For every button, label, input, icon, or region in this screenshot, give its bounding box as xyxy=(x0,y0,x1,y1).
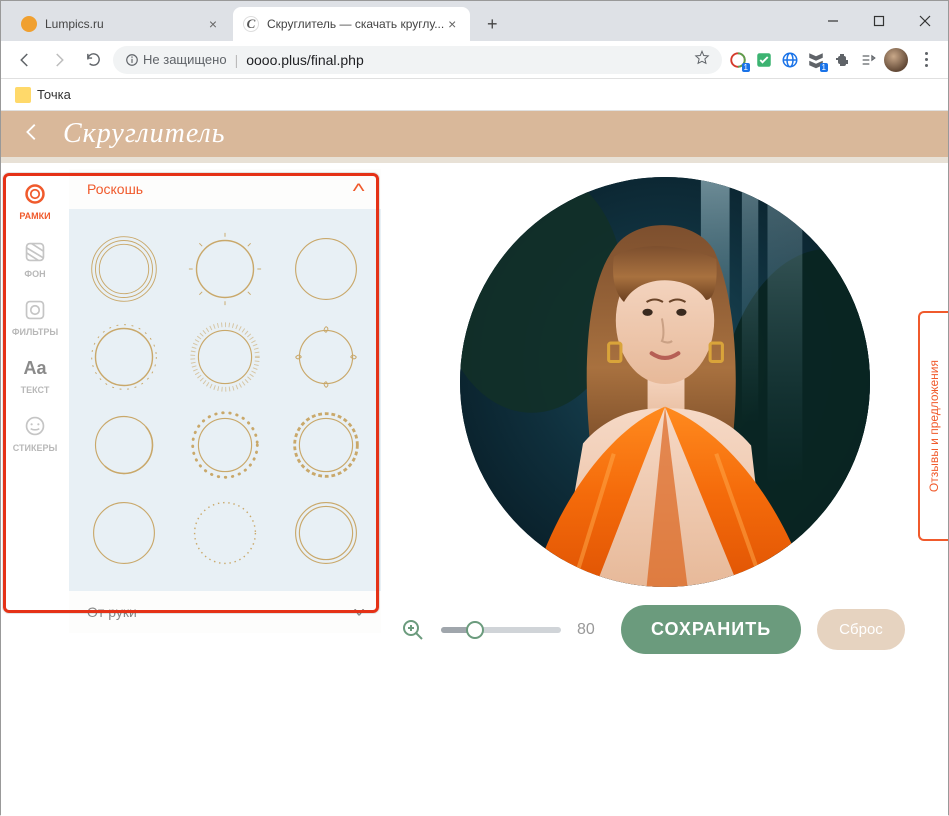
extension-icon-3[interactable] xyxy=(780,50,800,70)
sidebar-wrap: РАМКИ ФОН ФИЛЬТРЫ Aa ТЕКСТ xyxy=(1,169,381,816)
chevron-down-icon: ˅ xyxy=(353,604,365,620)
filters-icon xyxy=(22,297,48,323)
canvas-area: 80 СОХРАНИТЬ Сброс xyxy=(381,169,948,816)
frame-thumb[interactable] xyxy=(286,229,366,309)
frames-panel: Роскошь ˄ xyxy=(69,169,381,633)
favicon-skruglitel: C xyxy=(243,16,259,32)
feedback-tab[interactable]: Отзывы и предложения xyxy=(918,311,948,541)
folder-icon xyxy=(15,87,31,103)
tab-title: Lumpics.ru xyxy=(45,17,205,31)
frame-thumb[interactable] xyxy=(286,493,366,573)
page-viewport: Скруглитель РАМКИ ФОН xyxy=(1,111,948,816)
favicon-lumpics xyxy=(21,16,37,32)
reload-button[interactable] xyxy=(79,46,107,74)
slider-thumb[interactable] xyxy=(466,621,484,639)
stickers-icon xyxy=(22,413,48,439)
save-button[interactable]: СОХРАНИТЬ xyxy=(621,605,801,654)
close-icon[interactable]: × xyxy=(444,16,460,32)
tab-title: Скруглитель — скачать круглу... xyxy=(267,17,444,31)
url-text: oooo.plus/final.php xyxy=(246,52,364,68)
extension-icon-4[interactable]: 1 xyxy=(806,50,826,70)
text-icon: Aa xyxy=(22,355,48,381)
browser-menu-button[interactable] xyxy=(914,48,938,72)
profile-avatar[interactable] xyxy=(884,48,908,72)
insecure-badge: Не защищено xyxy=(125,52,227,67)
bookmark-star-icon[interactable] xyxy=(694,50,710,69)
frames-grid xyxy=(69,211,381,591)
maximize-button[interactable] xyxy=(856,1,902,41)
sidebar: РАМКИ ФОН ФИЛЬТРЫ Aa ТЕКСТ xyxy=(1,169,381,633)
main-area: РАМКИ ФОН ФИЛЬТРЫ Aa ТЕКСТ xyxy=(1,157,948,816)
frame-thumb[interactable] xyxy=(84,493,164,573)
address-bar[interactable]: Не защищено | oooo.plus/final.php xyxy=(113,46,722,74)
zoom-value: 80 xyxy=(577,621,605,639)
info-icon xyxy=(125,53,139,67)
tool-stickers[interactable]: СТИКЕРЫ xyxy=(13,413,58,453)
close-window-button[interactable] xyxy=(902,1,948,41)
app-header: Скруглитель xyxy=(1,111,948,157)
tool-rail: РАМКИ ФОН ФИЛЬТРЫ Aa ТЕКСТ xyxy=(1,169,69,633)
controls-bar: 80 СОХРАНИТЬ Сброс xyxy=(401,587,928,654)
extensions-button[interactable] xyxy=(832,50,852,70)
frame-thumb[interactable] xyxy=(286,317,366,397)
frame-thumb[interactable] xyxy=(84,317,164,397)
tab-lumpics[interactable]: Lumpics.ru × xyxy=(11,7,231,41)
back-arrow-button[interactable] xyxy=(21,121,43,148)
window-controls xyxy=(810,1,948,41)
forward-button[interactable] xyxy=(45,46,73,74)
media-icon[interactable] xyxy=(858,50,878,70)
background-icon xyxy=(22,239,48,265)
frame-thumb[interactable] xyxy=(185,317,265,397)
new-tab-button[interactable]: + xyxy=(478,10,506,38)
frame-thumb[interactable] xyxy=(185,229,265,309)
tool-text[interactable]: Aa ТЕКСТ xyxy=(21,355,50,395)
frame-thumb[interactable] xyxy=(185,493,265,573)
frame-thumb[interactable] xyxy=(185,405,265,485)
reset-button[interactable]: Сброс xyxy=(817,609,905,650)
back-button[interactable] xyxy=(11,46,39,74)
extension-icon-1[interactable]: 1 xyxy=(728,50,748,70)
zoom-slider[interactable] xyxy=(441,627,561,633)
browser-window: Lumpics.ru × C Скруглитель — скачать кру… xyxy=(0,0,949,815)
frame-thumb[interactable] xyxy=(84,229,164,309)
brand-logo: Скруглитель xyxy=(63,118,226,150)
bookmarks-bar: Точка xyxy=(1,79,948,111)
category-luxury-header[interactable]: Роскошь ˄ xyxy=(69,169,381,211)
bookmark-item[interactable]: Точка xyxy=(37,87,71,102)
chevron-up-icon: ˄ xyxy=(351,180,365,198)
extension-icon-2[interactable] xyxy=(754,50,774,70)
close-icon[interactable]: × xyxy=(205,16,221,32)
titlebar: Lumpics.ru × C Скруглитель — скачать кру… xyxy=(1,1,948,41)
tab-skruglitel[interactable]: C Скруглитель — скачать круглу... × xyxy=(233,7,470,41)
preview-image[interactable] xyxy=(460,177,870,587)
tool-background[interactable]: ФОН xyxy=(22,239,48,279)
frame-thumb[interactable] xyxy=(286,405,366,485)
tool-frames[interactable]: РАМКИ xyxy=(19,181,50,221)
minimize-button[interactable] xyxy=(810,1,856,41)
tool-filters[interactable]: ФИЛЬТРЫ xyxy=(12,297,58,337)
frames-icon xyxy=(22,181,48,207)
category-handdrawn-header[interactable]: От руки ˅ xyxy=(69,591,381,633)
frame-thumb[interactable] xyxy=(84,405,164,485)
zoom-in-icon[interactable] xyxy=(401,618,425,642)
browser-toolbar: Не защищено | oooo.plus/final.php 1 1 xyxy=(1,41,948,79)
